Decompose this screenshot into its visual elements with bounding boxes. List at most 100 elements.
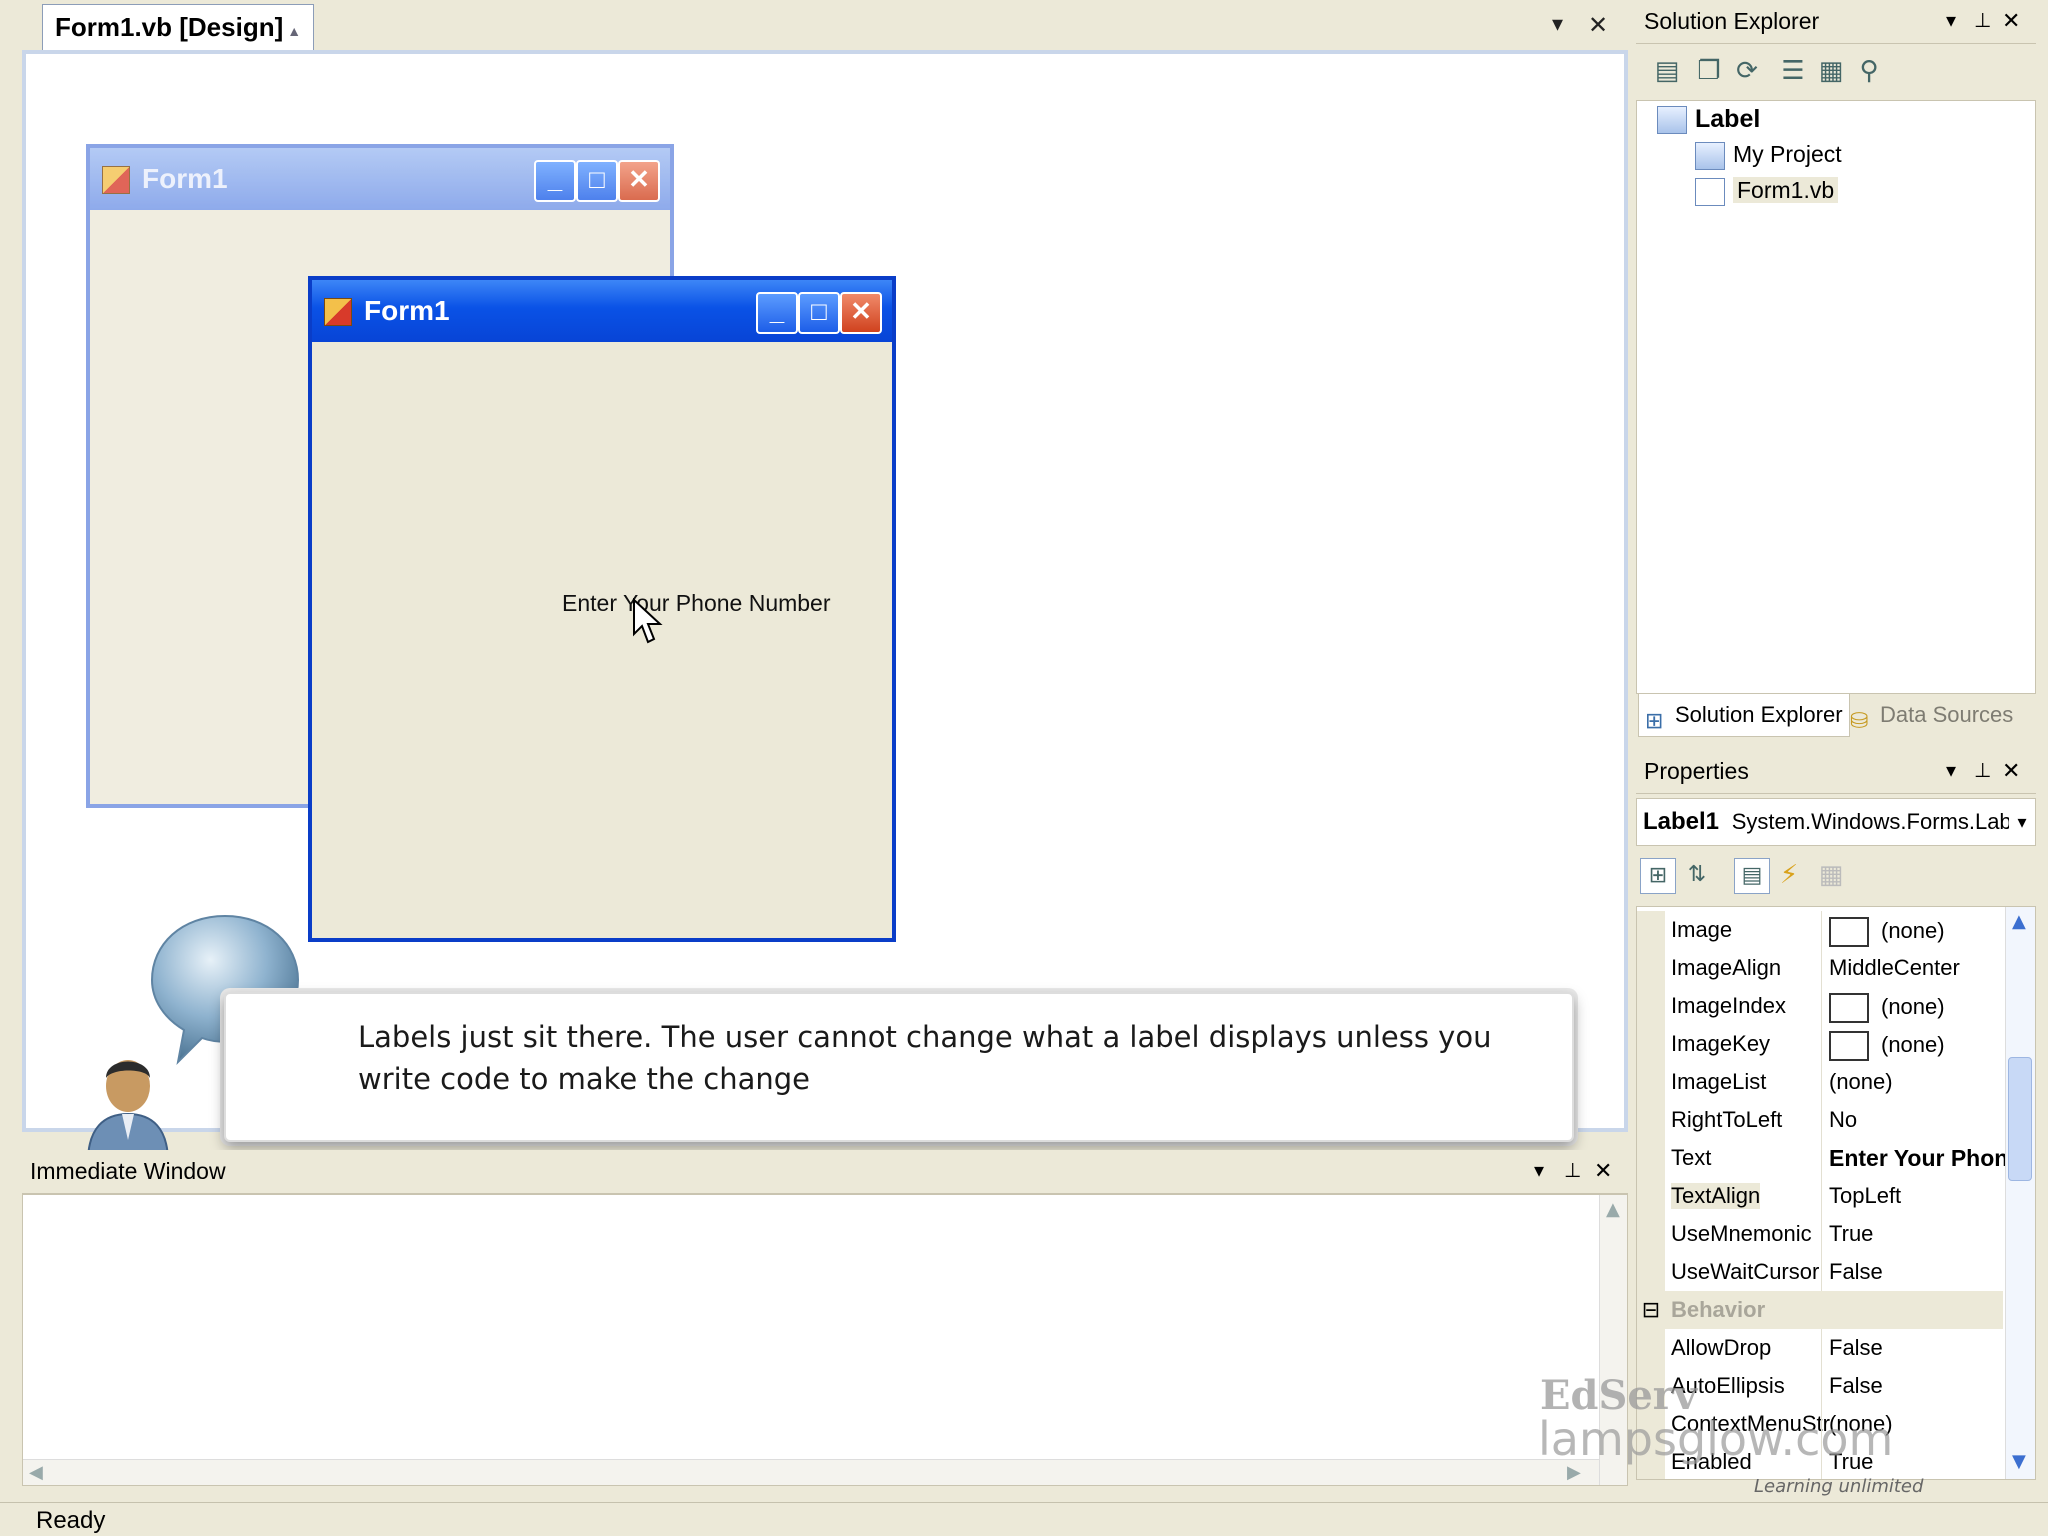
property-value[interactable]: False xyxy=(1829,1335,1883,1361)
close-icon[interactable]: ✕ xyxy=(2002,750,2020,792)
properties-toolbar: ⊞ ⇅ ▤ ⚡ ▦ xyxy=(1636,846,2036,906)
property-name: Text xyxy=(1671,1145,1712,1170)
property-value[interactable]: (none) xyxy=(1829,1069,1893,1095)
image-swatch-icon xyxy=(1829,1031,1869,1061)
tree-item-form1[interactable]: Form1.vb xyxy=(1695,177,1839,206)
tree-item-label: Label xyxy=(1695,105,1761,133)
refresh-icon[interactable]: ⟳ xyxy=(1730,54,1764,88)
property-pages-icon[interactable]: ▦ xyxy=(1814,858,1848,892)
object-selector[interactable]: Label1 System.Windows.Forms.Label ▾ xyxy=(1636,798,2036,846)
solution-tree[interactable]: Label My Project Form1.vb xyxy=(1636,100,2036,694)
close-document-icon[interactable]: ✕ xyxy=(1588,0,1608,50)
explorer-tab-strip: ⊞ Solution Explorer ⛁ Data Sources xyxy=(1636,694,2036,740)
pin-icon[interactable]: ⊥ xyxy=(1564,1150,1581,1192)
form-titlebar[interactable]: Form1 _ □ ✕ xyxy=(312,280,892,342)
pin-icon[interactable]: ⊥ xyxy=(1974,750,1991,792)
label1-control[interactable]: Enter Your Phone Number xyxy=(562,590,831,617)
tab-dropdown-icon[interactable]: ▾ xyxy=(1552,0,1563,50)
tab-label: Solution Explorer xyxy=(1675,702,1843,727)
property-value[interactable]: (none) xyxy=(1829,917,1945,947)
close-icon[interactable]: ✕ xyxy=(1594,1150,1612,1192)
column-divider xyxy=(1821,1139,1822,1177)
tab-form1-design[interactable]: Form1.vb [Design] ▲ xyxy=(42,4,315,50)
property-name: RightToLeft xyxy=(1671,1107,1783,1132)
form-title: Form1 xyxy=(142,163,228,194)
tab-label: Data Sources xyxy=(1880,702,2014,727)
tab-solution-explorer[interactable]: ⊞ Solution Explorer xyxy=(1638,694,1850,737)
property-value[interactable]: (none) xyxy=(1829,1031,1945,1061)
categorized-icon[interactable]: ⊞ xyxy=(1640,858,1676,894)
status-bar: Ready xyxy=(0,1502,2048,1536)
scroll-up-icon[interactable]: ▲ xyxy=(1606,1199,1620,1220)
vertical-scrollbar[interactable]: ▲ ▼ xyxy=(2005,907,2035,1479)
minimize-icon[interactable]: _ xyxy=(756,292,798,334)
properties-view-icon[interactable]: ▤ xyxy=(1734,858,1770,894)
tab-data-sources[interactable]: ⛁ Data Sources xyxy=(1844,694,2019,736)
property-value[interactable]: False xyxy=(1829,1373,1883,1399)
horizontal-scrollbar[interactable]: ◀ ▶ xyxy=(23,1459,1599,1485)
collapse-icon[interactable]: ⊟ xyxy=(1637,1291,1665,1329)
scroll-down-icon[interactable]: ▼ xyxy=(2012,1451,2026,1472)
solution-explorer-header: Solution Explorer ▾ ⊥ ✕ xyxy=(1636,0,2036,44)
property-row[interactable]: ImageKey (none) xyxy=(1637,1025,2003,1063)
scroll-thumb[interactable] xyxy=(2008,1057,2032,1181)
property-row[interactable]: TextEnter Your Phone Number xyxy=(1637,1139,2035,1177)
immediate-window-body[interactable]: ▲ ◀ ▶ xyxy=(22,1194,1628,1486)
property-row[interactable]: TextAlign TopLeft xyxy=(1637,1177,2003,1215)
events-icon[interactable]: ⚡ xyxy=(1772,858,1806,892)
view-designer-icon[interactable]: ▦ xyxy=(1814,54,1848,88)
property-value[interactable]: TopLeft xyxy=(1829,1183,1901,1209)
dropdown-icon[interactable]: ▾ xyxy=(1534,1150,1544,1192)
property-row[interactable]: AllowDrop False xyxy=(1637,1329,2003,1367)
show-all-files-icon[interactable]: ❐ xyxy=(1692,54,1726,88)
property-value-text: (none) xyxy=(1881,1031,1945,1057)
property-value[interactable]: MiddleCenter xyxy=(1829,955,1960,981)
property-category[interactable]: ⊟ Behavior xyxy=(1637,1291,2003,1329)
callout-text: Labels just sit there. The user cannot c… xyxy=(358,1020,1492,1096)
scroll-up-icon[interactable]: ▲ xyxy=(2012,911,2026,932)
scroll-left-icon[interactable]: ◀ xyxy=(29,1462,43,1483)
maximize-icon[interactable]: □ xyxy=(798,292,840,334)
row-gutter xyxy=(1637,1177,1665,1215)
class-diagram-icon[interactable]: ⚲ xyxy=(1852,54,1886,88)
property-name: ImageAlign xyxy=(1671,955,1782,980)
view-code-icon[interactable]: ☰ xyxy=(1776,54,1810,88)
properties-header: Properties ▾ ⊥ ✕ xyxy=(1636,750,2036,794)
close-icon[interactable]: ✕ xyxy=(840,292,882,334)
dropdown-icon[interactable]: ▾ xyxy=(1946,0,1956,42)
property-row[interactable]: ImageAlign MiddleCenter xyxy=(1637,949,2003,987)
property-value[interactable]: No xyxy=(1829,1107,1857,1133)
property-value[interactable]: (none) xyxy=(1829,993,1945,1023)
property-value[interactable]: False xyxy=(1829,1259,1883,1285)
close-icon[interactable]: ✕ xyxy=(2002,0,2020,42)
property-row[interactable]: ImageList (none) xyxy=(1637,1063,2003,1101)
property-row[interactable]: Image (none) xyxy=(1637,911,2003,949)
properties-icon[interactable]: ▤ xyxy=(1650,54,1684,88)
column-divider xyxy=(1821,987,1822,1025)
column-divider xyxy=(1821,1063,1822,1101)
form-window[interactable]: Form1 _ □ ✕ Enter Your Phone Number xyxy=(308,276,896,942)
property-row[interactable]: UseWaitCursor False xyxy=(1637,1253,2003,1291)
row-gutter xyxy=(1637,949,1665,987)
immediate-window-header: Immediate Window ▾ ⊥ ✕ xyxy=(22,1150,1628,1194)
column-divider xyxy=(1821,1367,1822,1405)
property-row[interactable]: RightToLeft No xyxy=(1637,1101,2003,1139)
property-row[interactable]: UseMnemonic True xyxy=(1637,1215,2003,1253)
property-row[interactable]: ImageIndex (none) xyxy=(1637,987,2003,1025)
column-divider xyxy=(1821,1253,1822,1291)
designer-canvas[interactable]: Form1 _ □ ✕ Form1 _ □ ✕ Enter Your Phone… xyxy=(22,50,1628,1163)
mouse-cursor-icon xyxy=(633,598,663,644)
status-text: Ready xyxy=(36,1507,106,1534)
minimize-icon: _ xyxy=(534,160,576,202)
alphabetical-icon[interactable]: ⇅ xyxy=(1680,858,1714,892)
pin-icon[interactable]: ⊥ xyxy=(1974,0,1991,42)
tree-item-project[interactable]: Label xyxy=(1657,105,1761,135)
dropdown-icon[interactable]: ▾ xyxy=(1946,750,1956,792)
document-tabstrip: Form1.vb [Design] ▲ ▾ ✕ xyxy=(22,0,1628,50)
my-project-icon xyxy=(1695,141,1725,170)
tree-item-my-project[interactable]: My Project xyxy=(1695,141,1842,170)
column-divider xyxy=(1821,1329,1822,1367)
pin-icon: ▲ xyxy=(287,23,302,39)
chevron-down-icon[interactable]: ▾ xyxy=(2009,799,2035,845)
property-value[interactable]: True xyxy=(1829,1221,1873,1247)
